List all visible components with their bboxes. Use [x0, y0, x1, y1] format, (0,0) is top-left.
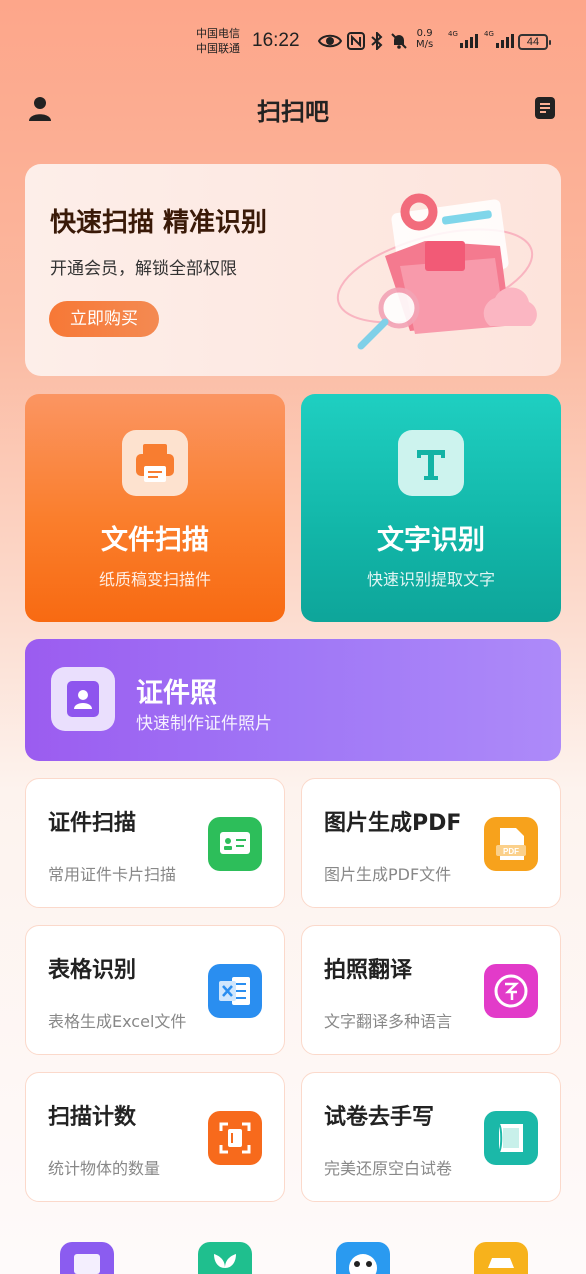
nfc-icon: [347, 32, 365, 50]
net-speed: 0.9 M/s: [416, 28, 433, 50]
id-card-icon: [208, 817, 262, 871]
tool-remove-handwriting[interactable]: 试卷去手写 完美还原空白试卷: [301, 1072, 561, 1202]
id-photo-icon: [51, 667, 115, 731]
net-speed-value: 0.9: [416, 28, 433, 39]
tool-title: 表格识别: [48, 958, 137, 983]
carrier-2: 中国联通: [196, 42, 240, 55]
id-photo-subtitle: 快速制作证件照片: [136, 714, 272, 734]
mute-bell-icon: [391, 33, 407, 49]
panda-icon[interactable]: [336, 1242, 390, 1274]
tool-subtitle: 文字翻译多种语言: [324, 1012, 453, 1031]
tool-subtitle: 完美还原空白试卷: [324, 1159, 453, 1178]
tool-title: 扫描计数: [48, 1105, 137, 1130]
tool-title: 拍照翻译: [324, 958, 413, 983]
count-scan-icon: [208, 1111, 262, 1165]
car-icon[interactable]: [474, 1242, 528, 1274]
tool-scan-count[interactable]: 扫描计数 统计物体的数量: [25, 1072, 285, 1202]
carrier-labels: 中国电信 中国联通: [196, 26, 240, 56]
file-scan-card[interactable]: 文件扫描 纸质稿变扫描件: [25, 394, 285, 622]
bluetooth-icon: [371, 32, 383, 50]
battery-icon: 44: [518, 34, 551, 50]
banner-subtitle: 开通会员，解锁全部权限: [50, 259, 237, 279]
clock: 16:22: [252, 30, 300, 51]
signal-1-icon: 4G: [448, 30, 478, 48]
tool-id-scan[interactable]: 证件扫描 常用证件卡片扫描: [25, 778, 285, 908]
tool-subtitle: 表格生成Excel文件: [48, 1012, 187, 1031]
svg-text:PDF: PDF: [503, 847, 519, 856]
id-photo-title: 证件照: [136, 678, 217, 709]
translate-icon: [484, 964, 538, 1018]
printer-icon: [122, 430, 188, 496]
file-scan-title: 文件扫描: [101, 525, 209, 556]
signal-2-icon: 4G: [484, 30, 514, 48]
tool-title: 试卷去手写: [324, 1105, 435, 1130]
tool-subtitle: 图片生成PDF文件: [324, 865, 452, 884]
file-scan-subtitle: 纸质稿变扫描件: [98, 570, 211, 589]
tool-title: 证件扫描: [48, 811, 137, 836]
banner-title: 快速扫描 精准识别: [50, 208, 268, 238]
page-title: 扫扫吧: [257, 98, 329, 126]
paper-icon: [484, 1111, 538, 1165]
folder-illustration-icon: [336, 193, 537, 350]
tool-photo-translate[interactable]: 拍照翻译 文字翻译多种语言: [301, 925, 561, 1055]
notes-icon[interactable]: [534, 96, 556, 120]
status-bar: 中国电信 中国联通 16:22 0.9 M/s 4G 4G 44: [0, 22, 586, 66]
buy-now-button[interactable]: 立即购买: [49, 301, 159, 337]
store-icon[interactable]: [60, 1242, 114, 1274]
plant-icon[interactable]: [198, 1242, 252, 1274]
net-speed-unit: M/s: [416, 39, 434, 50]
tool-subtitle: 常用证件卡片扫描: [48, 865, 177, 884]
excel-icon: [208, 964, 262, 1018]
tool-table-recognition[interactable]: 表格识别 表格生成Excel文件: [25, 925, 285, 1055]
signal-2-tag: 4G: [484, 30, 494, 38]
signal-1-tag: 4G: [448, 30, 458, 38]
text-t-icon: [398, 430, 464, 496]
tool-subtitle: 统计物体的数量: [48, 1159, 161, 1178]
text-recognition-title: 文字识别: [377, 525, 485, 556]
carrier-1: 中国电信: [196, 27, 240, 40]
text-recognition-card[interactable]: 文字识别 快速识别提取文字: [301, 394, 561, 622]
header: 扫扫吧: [0, 88, 586, 130]
id-photo-card[interactable]: 证件照 快速制作证件照片: [25, 639, 561, 761]
text-recognition-subtitle: 快速识别提取文字: [366, 570, 495, 589]
tool-title: 图片生成PDF: [324, 811, 462, 836]
eye-icon: [318, 34, 342, 48]
membership-banner[interactable]: 快速扫描 精准识别 开通会员，解锁全部权限 立即购买: [25, 164, 561, 376]
pdf-icon: PDF: [484, 817, 538, 871]
tool-image-to-pdf[interactable]: 图片生成PDF 图片生成PDF文件 PDF: [301, 778, 561, 908]
